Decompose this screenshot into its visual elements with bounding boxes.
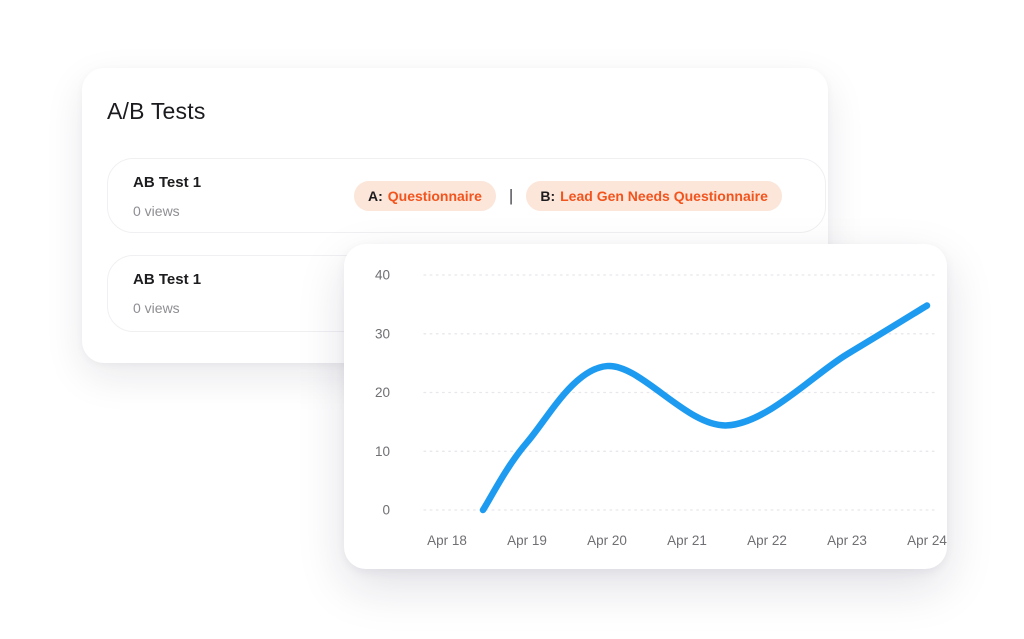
variant-b-key: B:	[540, 188, 555, 204]
x-tick-label: Apr 20	[587, 533, 627, 548]
series-line	[483, 306, 927, 510]
ab-test-name: AB Test 1	[133, 271, 201, 288]
y-tick-label: 10	[375, 444, 390, 459]
x-tick-label: Apr 23	[827, 533, 867, 548]
y-tick-label: 30	[375, 326, 390, 341]
chart-card: 0 10 20 30 40 Apr 18 Apr 19 Apr 20 Apr 21 Apr 22 A…	[344, 244, 947, 569]
variant-divider: |	[509, 187, 513, 204]
variant-a-key: A:	[368, 188, 383, 204]
variant-a-value: Questionnaire	[388, 188, 482, 204]
x-tick-label: Apr 24	[907, 533, 947, 548]
x-tick-label: Apr 22	[747, 533, 787, 548]
ab-test-row[interactable]: AB Test 1 0 views A: Questionnaire | B: …	[107, 158, 826, 233]
page-background: A/B Tests AB Test 1 0 views A: Questionn…	[0, 0, 1024, 639]
variant-b-value: Lead Gen Needs Questionnaire	[560, 188, 768, 204]
x-tick-label: Apr 19	[507, 533, 547, 548]
y-tick-label: 40	[375, 268, 390, 283]
y-tick-label: 0	[382, 503, 390, 518]
variant-badges: A: Questionnaire | B: Lead Gen Needs Que…	[354, 181, 782, 211]
views-count: 0 views	[133, 203, 180, 219]
page-title: A/B Tests	[107, 98, 206, 125]
variant-a-badge[interactable]: A: Questionnaire	[354, 181, 496, 211]
ab-test-name: AB Test 1	[133, 174, 201, 191]
x-tick-label: Apr 18	[427, 533, 467, 548]
x-tick-label: Apr 21	[667, 533, 707, 548]
views-line-chart: 0 10 20 30 40 Apr 18 Apr 19 Apr 20 Apr 21 Apr 22 A…	[344, 244, 947, 569]
views-count: 0 views	[133, 300, 180, 316]
y-tick-label: 20	[375, 385, 390, 400]
variant-b-badge[interactable]: B: Lead Gen Needs Questionnaire	[526, 181, 782, 211]
views-line-chart-svg: 0 10 20 30 40 Apr 18 Apr 19 Apr 20 Apr 21 Apr 22 A…	[344, 244, 947, 569]
